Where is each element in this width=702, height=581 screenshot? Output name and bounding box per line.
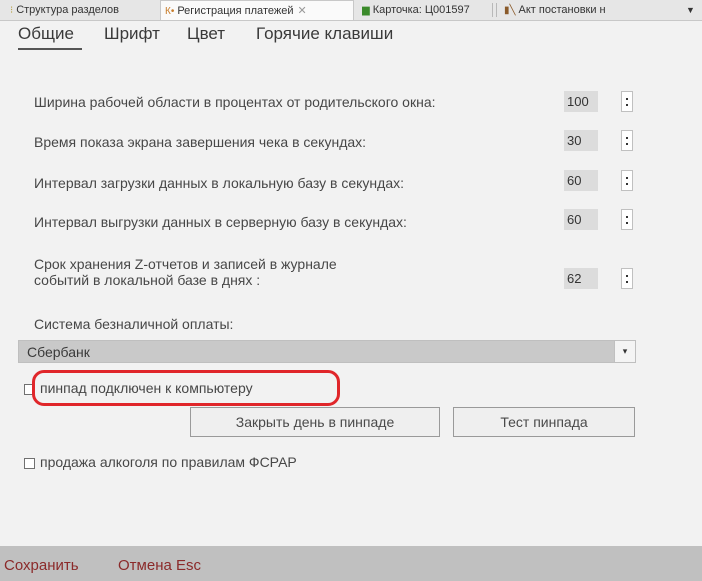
receipt-screen-time-spinner[interactable] [621,130,633,151]
width-percent-label: Ширина рабочей области в процентах от ро… [34,94,436,110]
doc-tab-act[interactable]: ▮╲ Акт постановки н [500,0,686,20]
z-report-storage-spinner[interactable] [621,268,633,289]
tab-general[interactable]: Общие [18,24,74,44]
doc-tab-card[interactable]: ▆ Карточка: Ц001597 [362,0,490,20]
footer-bar [0,546,702,581]
z-report-storage-label-line1: Срок хранения Z-отчетов и записей в журн… [34,256,337,272]
doc-tab-label: Регистрация платежей [177,5,294,17]
spin-up-icon [626,216,628,218]
close-icon[interactable]: ✕ [297,5,306,17]
spin-down-icon [626,281,628,283]
spin-up-icon [626,137,628,139]
width-percent-spinner[interactable] [621,91,633,112]
save-button[interactable]: Сохранить [4,557,79,574]
local-load-interval-input[interactable]: 60 [564,170,598,191]
spin-down-icon [626,222,628,224]
tab-hotkeys[interactable]: Горячие клавиши [256,24,393,44]
server-upload-interval-input[interactable]: 60 [564,209,598,230]
doc-tab-payments[interactable]: К• Регистрация платежей ✕ [160,0,354,20]
document-tabs: ⁝ Структура разделов К• Регистрация платеж… [0,0,702,21]
receipt-screen-time-label: Время показа экрана завершения чека в се… [34,134,367,150]
doc-tab-label: Структура разделов [16,4,120,16]
tab-separator [492,3,493,17]
z-report-storage-input[interactable]: 62 [564,268,598,289]
document-icon: К• [165,6,175,17]
alcohol-checkbox[interactable] [24,458,35,469]
spin-up-icon [626,177,628,179]
payment-system-label: Система безналичной оплаты: [34,316,234,332]
doc-tab-structure[interactable]: ⁝ Структура разделов [10,0,158,20]
act-icon: ▮╲ [504,5,516,16]
width-percent-input[interactable]: 100 [564,91,598,112]
spin-up-icon [626,98,628,100]
active-tab-underline [18,48,82,50]
settings-window: ⁝ Структура разделов К• Регистрация платеж… [0,0,702,581]
tab-font[interactable]: Шрифт [104,24,160,44]
tabs-overflow-button[interactable]: ▼ [686,0,700,20]
spin-up-icon [626,275,628,277]
alcohol-checkbox-label[interactable]: продажа алкоголя по правилам ФСРАР [40,454,297,470]
local-load-interval-spinner[interactable] [621,170,633,191]
tab-color[interactable]: Цвет [187,24,225,44]
test-pinpad-button[interactable]: Тест пинпада [453,407,635,437]
payment-system-value: Сбербанк [27,344,90,360]
z-report-storage-label-line2: событий в локальной базе в днях : [34,272,261,288]
cancel-button[interactable]: Отмена Esc [118,557,201,574]
structure-icon: ⁝ [10,5,14,16]
dropdown-arrow-icon[interactable]: ▾ [614,341,635,362]
local-load-interval-label: Интервал загрузки данных в локальную баз… [34,175,405,191]
red-highlight-outline [32,370,340,406]
doc-tab-label: Карточка: Ц001597 [372,4,470,16]
doc-tab-label: Акт постановки н [518,4,606,16]
card-icon: ▆ [362,5,370,16]
spin-down-icon [626,183,628,185]
server-upload-interval-spinner[interactable] [621,209,633,230]
spin-down-icon [626,143,628,145]
receipt-screen-time-input[interactable]: 30 [564,130,598,151]
spin-down-icon [626,104,628,106]
server-upload-interval-label: Интервал выгрузки данных в серверную баз… [34,214,407,230]
tab-separator [496,3,497,17]
payment-system-select[interactable]: Сбербанк ▾ [18,340,636,363]
close-day-pinpad-button[interactable]: Закрыть день в пинпаде [190,407,440,437]
settings-tabs: Общие Шрифт Цвет Горячие клавиши [0,20,702,68]
